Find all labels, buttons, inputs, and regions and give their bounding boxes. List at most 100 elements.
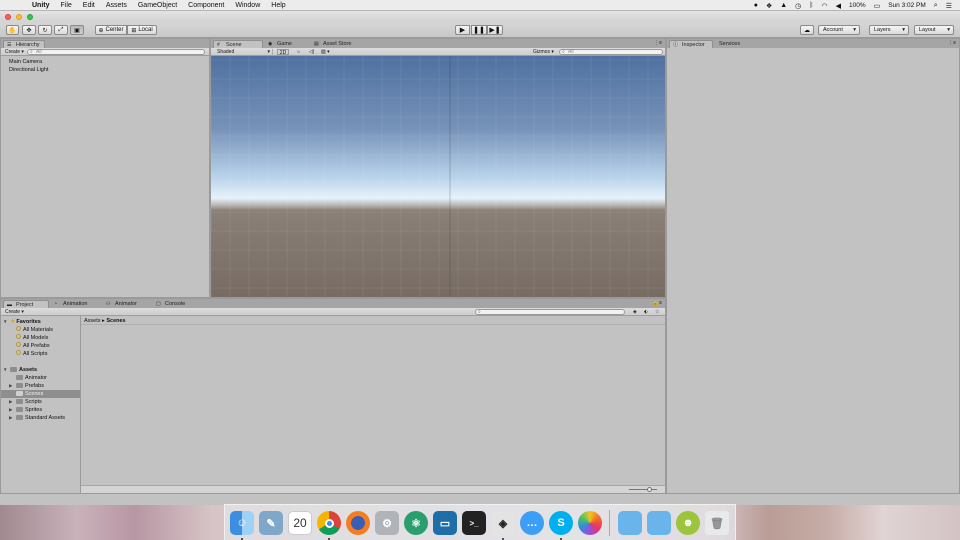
- breadcrumb-assets[interactable]: Assets: [84, 318, 101, 324]
- tab-animation[interactable]: ◔ Animation: [51, 300, 101, 308]
- folder-sprites[interactable]: ▶ Sprites: [9, 406, 42, 414]
- favorite-all-models[interactable]: All Models: [16, 334, 48, 342]
- pivot-toggle-button[interactable]: ⊕ Center: [95, 25, 127, 35]
- favorite-all-materials[interactable]: All Materials: [16, 326, 53, 334]
- panel-menu-icon[interactable]: ⋮≡: [948, 40, 956, 46]
- folder-prefabs[interactable]: ▶ Prefabs: [9, 382, 44, 390]
- shading-mode-dropdown[interactable]: Shaded ▾: [215, 49, 273, 55]
- hierarchy-search-input[interactable]: ⌕ All: [27, 49, 205, 55]
- dropbox-icon[interactable]: ❖: [766, 2, 772, 10]
- terminal-icon[interactable]: >_: [462, 511, 486, 535]
- favorite-search-button[interactable]: ☆: [653, 309, 662, 315]
- android-studio-icon[interactable]: ☻: [676, 511, 700, 535]
- chrome-icon[interactable]: [317, 511, 341, 535]
- trash-icon[interactable]: 🗑: [705, 511, 729, 535]
- documents-folder-icon[interactable]: [618, 511, 642, 535]
- project-create-dropdown[interactable]: Create ▾: [3, 309, 24, 315]
- menu-unity[interactable]: Unity: [32, 2, 50, 9]
- close-window-button[interactable]: [5, 13, 11, 20]
- atom-icon[interactable]: ⚛: [404, 511, 428, 535]
- breadcrumb-scenes[interactable]: Scenes: [106, 318, 125, 324]
- menu-window[interactable]: Window: [235, 2, 260, 9]
- tab-services[interactable]: Services: [715, 40, 751, 48]
- status-circle-icon[interactable]: ●: [754, 2, 758, 9]
- tab-hierarchy[interactable]: ☰ Hierarchy: [3, 40, 45, 48]
- space-toggle-button[interactable]: ⊞ Local: [127, 25, 157, 35]
- calendar-icon[interactable]: 20: [288, 511, 312, 535]
- unity-icon[interactable]: ◈: [491, 511, 515, 535]
- slider-thumb[interactable]: [647, 487, 652, 492]
- menu-assets[interactable]: Assets: [106, 2, 127, 9]
- gizmos-dropdown[interactable]: Gizmos ▾: [531, 49, 557, 55]
- volume-icon[interactable]: ◀: [836, 2, 841, 10]
- time-machine-icon[interactable]: ◷: [795, 2, 801, 10]
- minimize-window-button[interactable]: [16, 13, 22, 20]
- favorites-header[interactable]: ▼ ★Favorites: [3, 318, 41, 326]
- hierarchy-item-main-camera[interactable]: Main Camera: [9, 59, 42, 65]
- scale-tool-button[interactable]: ⤢: [54, 25, 68, 35]
- layout-dropdown[interactable]: Layout ▾: [914, 25, 954, 35]
- finder-icon[interactable]: ☺: [230, 511, 254, 535]
- firefox-icon[interactable]: [346, 511, 370, 535]
- menu-gameobject[interactable]: GameObject: [138, 2, 177, 9]
- layers-dropdown[interactable]: Layers ▾: [869, 25, 909, 35]
- favorite-all-scripts[interactable]: All Scripts: [16, 350, 47, 358]
- move-tool-button[interactable]: ✥: [22, 25, 36, 35]
- scene-viewport[interactable]: [211, 56, 665, 297]
- folder-scenes[interactable]: Scenes: [16, 390, 43, 398]
- folder-scripts[interactable]: ▶ Scripts: [9, 398, 42, 406]
- wifi-icon[interactable]: ◠: [821, 2, 827, 10]
- effects-dropdown[interactable]: ▨ ▾: [319, 49, 337, 55]
- battery-percent[interactable]: 100%: [849, 2, 866, 9]
- project-content-area[interactable]: Assets ▸ Scenes: [81, 316, 665, 493]
- panel-menu-icon[interactable]: ⋮≡: [654, 40, 662, 46]
- screen-sharing-icon[interactable]: ▭: [433, 511, 457, 535]
- menu-file[interactable]: File: [61, 2, 72, 9]
- pause-button[interactable]: ❚❚: [471, 25, 487, 35]
- preview-icon[interactable]: ✎: [259, 511, 283, 535]
- filter-type-button[interactable]: ◈: [631, 309, 640, 315]
- assets-root[interactable]: ▼ Assets: [3, 366, 37, 374]
- cloud-button[interactable]: ☁: [800, 25, 814, 35]
- hierarchy-item-directional-light[interactable]: Directional Light: [9, 67, 48, 73]
- filter-label-button[interactable]: ⬖: [642, 309, 651, 315]
- rotate-tool-button[interactable]: ↻: [38, 25, 52, 35]
- account-dropdown[interactable]: Account ▾: [818, 25, 860, 35]
- system-preferences-icon[interactable]: ⚙: [375, 511, 399, 535]
- tab-scene[interactable]: # Scene: [213, 40, 263, 48]
- skype-icon[interactable]: S: [549, 511, 573, 535]
- panel-menu-icon[interactable]: 🔒≡: [653, 300, 662, 306]
- notifications-icon[interactable]: ☰: [946, 2, 952, 10]
- drive-icon[interactable]: ▲: [780, 2, 787, 9]
- hierarchy-create-dropdown[interactable]: Create ▾: [3, 49, 24, 55]
- messages-icon[interactable]: …: [520, 511, 544, 535]
- lighting-toggle[interactable]: ☼: [292, 49, 303, 55]
- tab-asset-store[interactable]: ▤ Asset Store: [311, 40, 361, 48]
- menu-edit[interactable]: Edit: [83, 2, 95, 9]
- play-button[interactable]: ▶: [455, 25, 470, 35]
- menu-component[interactable]: Component: [188, 2, 224, 9]
- spotlight-icon[interactable]: ⌕: [934, 2, 938, 10]
- 2d-toggle[interactable]: 2D: [277, 49, 289, 56]
- clock[interactable]: Sun 3:02 PM: [888, 2, 926, 9]
- menu-help[interactable]: Help: [271, 2, 285, 9]
- folder-animator[interactable]: Animator: [16, 374, 47, 382]
- hand-tool-button[interactable]: ✋: [6, 25, 19, 35]
- project-search-input[interactable]: ⌕: [475, 309, 625, 315]
- zoom-window-button[interactable]: [27, 13, 33, 20]
- downloads-folder-icon[interactable]: [647, 511, 671, 535]
- tab-inspector[interactable]: ⓘ Inspector: [669, 40, 713, 48]
- bluetooth-icon[interactable]: ᛒ: [809, 2, 813, 9]
- icon-size-slider[interactable]: [629, 489, 657, 490]
- scene-search-input[interactable]: ⌕ All: [559, 49, 663, 55]
- tab-console[interactable]: ▢ Console: [153, 300, 197, 308]
- photos-icon[interactable]: [578, 511, 602, 535]
- rect-tool-button[interactable]: ▣: [70, 25, 84, 35]
- tab-project[interactable]: ▬ Project: [3, 300, 49, 308]
- favorite-all-prefabs[interactable]: All Prefabs: [16, 342, 50, 350]
- tab-animator[interactable]: ⚇ Animator: [103, 300, 151, 308]
- tab-game[interactable]: ◉ Game: [265, 40, 307, 48]
- battery-icon[interactable]: ▭: [874, 2, 881, 10]
- audio-toggle[interactable]: ◁): [305, 49, 316, 55]
- step-button[interactable]: ▶❚: [487, 25, 503, 35]
